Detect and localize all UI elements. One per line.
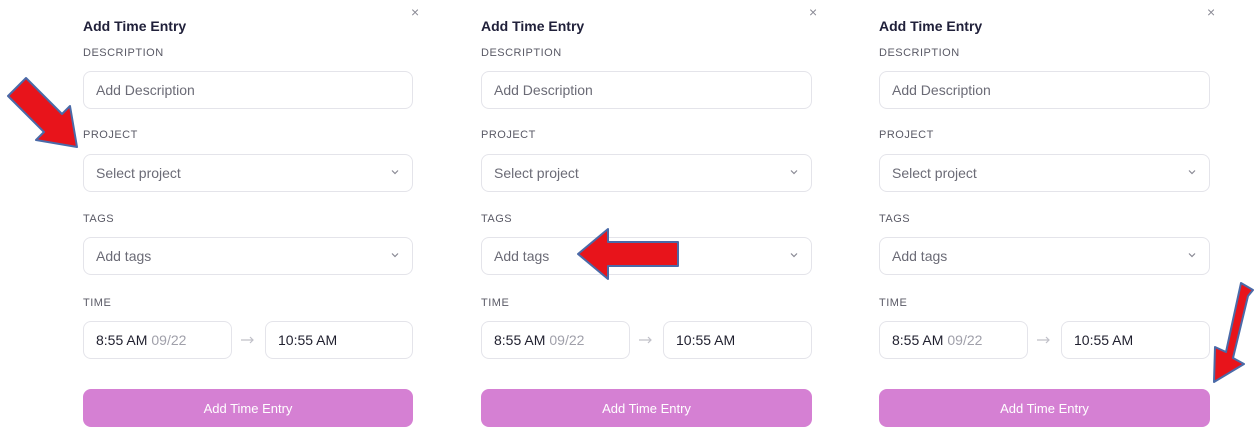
annotation-arrow-down-left bbox=[1213, 282, 1254, 383]
annotation-arrow-left bbox=[577, 228, 679, 280]
annotation-arrows-layer bbox=[7, 77, 1254, 383]
annotation-arrow-down-right bbox=[7, 77, 78, 148]
